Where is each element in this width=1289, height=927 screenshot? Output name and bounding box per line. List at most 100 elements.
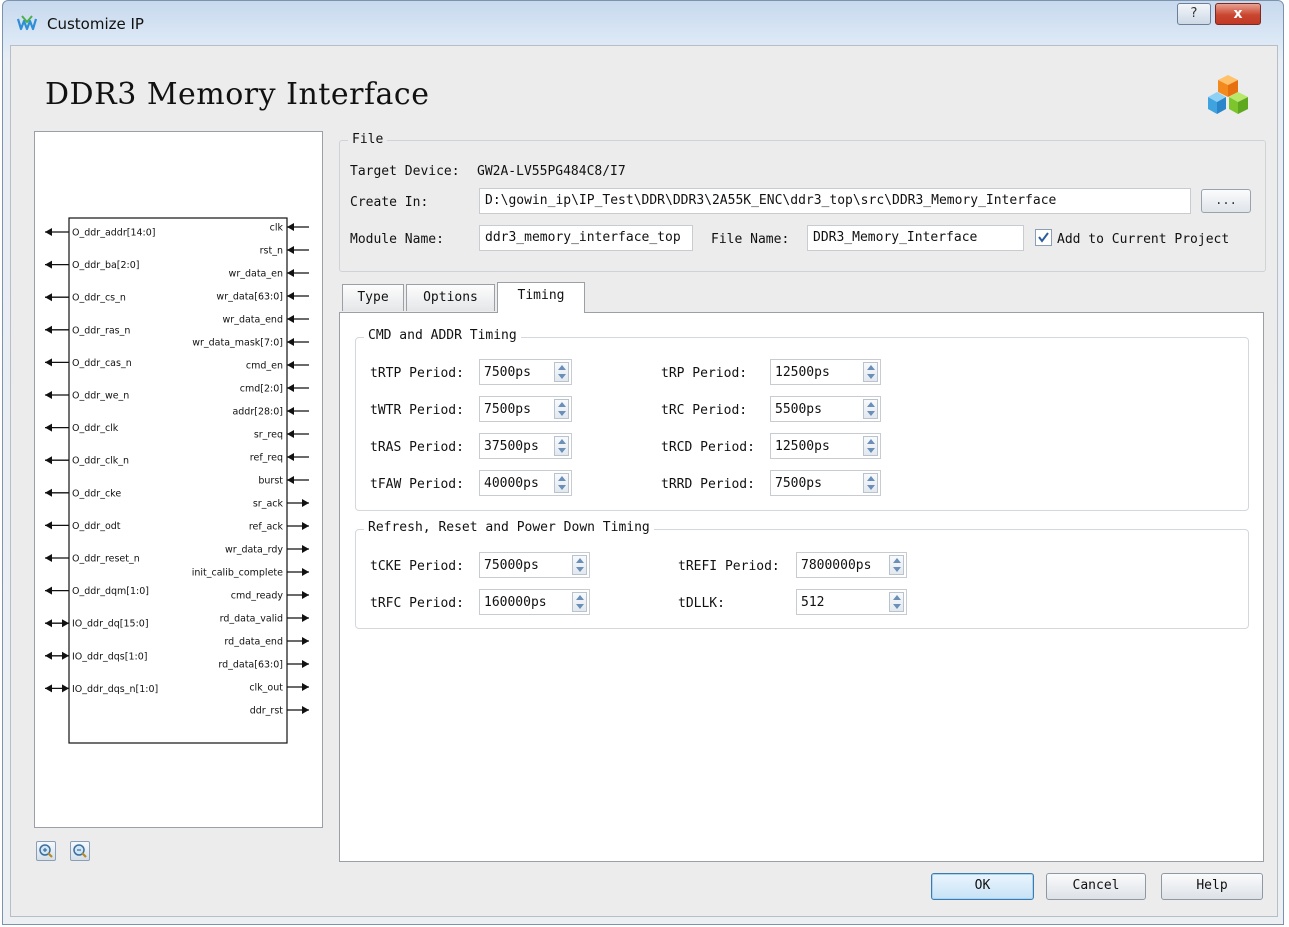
trrd-value: 7500ps [775,476,822,491]
target-device-value: GW2A-LV55PG484C8/I7 [477,164,626,179]
pin-label: wr_data_end [223,315,283,326]
spin-arrows-icon[interactable] [863,399,878,419]
ip-block-diagram: O_ddr_addr[14:0] O_ddr_ba[2:0] O_ddr_cs_n O… [34,131,323,828]
pin-arrow [302,522,309,530]
pin-arrow [302,614,309,622]
spin-arrows-icon[interactable] [889,592,904,612]
spin-arrows-icon[interactable] [554,473,569,493]
pin-arrow [287,430,294,438]
pin-arrow [302,545,309,553]
refresh-timing-legend: Refresh, Reset and Power Down Timing [364,520,654,535]
spin-arrows-icon[interactable] [863,473,878,493]
pin-arrow [287,453,294,461]
trcd-spinbox[interactable]: 12500ps [770,433,881,459]
help-button[interactable]: Help [1161,873,1263,900]
pin-arrow [45,228,52,236]
trp-spinbox[interactable]: 12500ps [770,359,881,385]
pin-arrow [45,651,52,660]
spin-arrows-icon[interactable] [572,555,587,575]
pin-arrow [45,619,52,628]
pin-arrow [287,361,294,369]
pin-arrow [287,338,294,346]
trfc-value: 160000ps [484,595,547,610]
dialog-body: DDR3 Memory Interface O_ddr_addr[14:0] O_… [10,45,1278,917]
browse-button[interactable]: ... [1201,189,1251,213]
tab-options[interactable]: Options [406,284,495,311]
trfc-label: tRFC Period: [370,596,464,611]
trc-spinbox[interactable]: 5500ps [770,396,881,422]
twtr-label: tWTR Period: [370,403,464,418]
pin-arrow [62,684,69,693]
cmd-addr-timing-legend: CMD and ADDR Timing [364,328,521,343]
pin-arrow [302,568,309,576]
zoom-out-icon [73,844,87,858]
tab-timing[interactable]: Timing [497,282,585,313]
spin-arrows-icon[interactable] [863,436,878,456]
trtp-label: tRTP Period: [370,366,464,381]
zoom-in-button[interactable] [36,841,56,861]
tras-spinbox[interactable]: 37500ps [479,433,572,459]
tcke-value: 75000ps [484,558,539,573]
pin-label: ref_ack [249,522,284,533]
spin-arrows-icon[interactable] [554,436,569,456]
pin-arrow [287,246,294,254]
pin-arrow [287,476,294,484]
pin-arrow [45,488,52,497]
pin-arrow [45,293,52,302]
module-name-field[interactable]: ddr3_memory_interface_top [479,225,693,251]
cancel-button[interactable]: Cancel [1046,873,1146,900]
checkmark-icon [1038,232,1049,243]
spin-arrows-icon[interactable] [554,399,569,419]
trefi-spinbox[interactable]: 7800000ps [796,552,907,578]
title-bar[interactable]: Customize IP ? x [3,1,1283,47]
pin-arrow [45,423,52,432]
tdllk-spinbox[interactable]: 512 [796,589,907,615]
pin-label: O_ddr_reset_n [72,554,140,565]
pin-label: cmd_ready [231,591,284,602]
trfc-spinbox[interactable]: 160000ps [479,589,590,615]
pin-arrow [287,292,294,300]
pin-label: rd_data[63:0] [218,660,283,671]
tab-type[interactable]: Type [342,284,404,311]
close-button[interactable]: x [1215,3,1261,25]
ok-button[interactable]: OK [931,873,1034,900]
tfaw-spinbox[interactable]: 40000ps [479,470,572,496]
add-to-project-checkbox[interactable] [1035,229,1052,246]
pin-label: clk_out [249,683,283,694]
pin-label: O_ddr_cas_n [72,358,132,369]
pin-label: O_ddr_addr[14:0] [72,228,155,239]
spin-arrows-icon[interactable] [554,362,569,382]
trrd-spinbox[interactable]: 7500ps [770,470,881,496]
pin-arrow [45,260,52,269]
pin-label: IO_ddr_dq[15:0] [72,619,149,630]
tras-label: tRAS Period: [370,440,464,455]
trc-value: 5500ps [775,402,822,417]
spin-arrows-icon[interactable] [889,555,904,575]
twtr-value: 7500ps [484,402,531,417]
tcke-spinbox[interactable]: 75000ps [479,552,590,578]
trc-label: tRC Period: [661,403,748,418]
pin-label: O_ddr_dqm[1:0] [72,586,149,597]
twtr-spinbox[interactable]: 7500ps [479,396,572,422]
trtp-spinbox[interactable]: 7500ps [479,359,572,385]
pin-label: clk [270,223,284,234]
pin-label: ddr_rst [250,706,284,717]
pin-label: wr_data[63:0] [216,292,283,303]
add-to-project-label: Add to Current Project [1057,232,1230,247]
file-name-label: File Name: [711,232,790,247]
pin-label: O_ddr_cs_n [72,293,126,304]
pin-label: O_ddr_ras_n [72,325,130,336]
trcd-label: tRCD Period: [661,440,755,455]
zoom-out-button[interactable] [70,841,90,861]
spin-arrows-icon[interactable] [572,592,587,612]
create-in-label: Create In: [350,195,429,210]
spin-arrows-icon[interactable] [863,362,878,382]
block-diagram-canvas: O_ddr_addr[14:0] O_ddr_ba[2:0] O_ddr_cs_n O… [45,217,309,744]
file-name-field[interactable]: DDR3_Memory_Interface [807,225,1024,251]
create-in-field[interactable]: D:\gowin_ip\IP_Test\DDR\DDR3\2A55K_ENC\d… [479,188,1191,214]
help-title-button[interactable]: ? [1177,3,1211,25]
pin-arrow [62,651,69,660]
pin-label: O_ddr_clk [72,423,119,434]
pin-label: init_calib_complete [192,568,283,579]
pin-label: O_ddr_odt [72,521,121,532]
